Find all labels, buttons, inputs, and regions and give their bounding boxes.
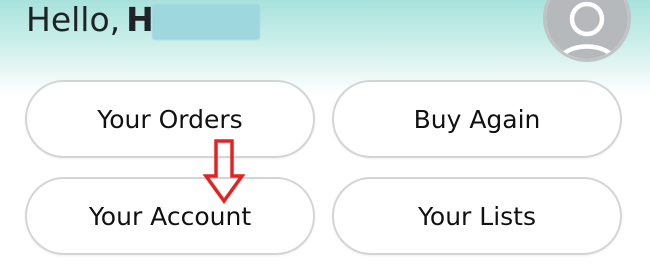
your-lists-label: Your Lists (417, 201, 537, 231)
your-account-button[interactable]: Your Account (25, 177, 315, 255)
greeting-text: Hello, H (26, 0, 154, 40)
profile-avatar[interactable] (543, 0, 631, 62)
user-avatar-icon (546, 0, 628, 59)
your-orders-label: Your Orders (97, 104, 243, 134)
user-name: H (126, 0, 154, 39)
down-arrow-icon (203, 139, 245, 204)
buy-again-label: Buy Again (413, 104, 541, 134)
buy-again-button[interactable]: Buy Again (332, 80, 622, 158)
your-lists-button[interactable]: Your Lists (332, 177, 622, 255)
your-orders-button[interactable]: Your Orders (25, 80, 315, 158)
greeting-label: Hello, (26, 0, 121, 39)
your-account-label: Your Account (88, 201, 252, 231)
redacted-name-block (152, 4, 260, 40)
